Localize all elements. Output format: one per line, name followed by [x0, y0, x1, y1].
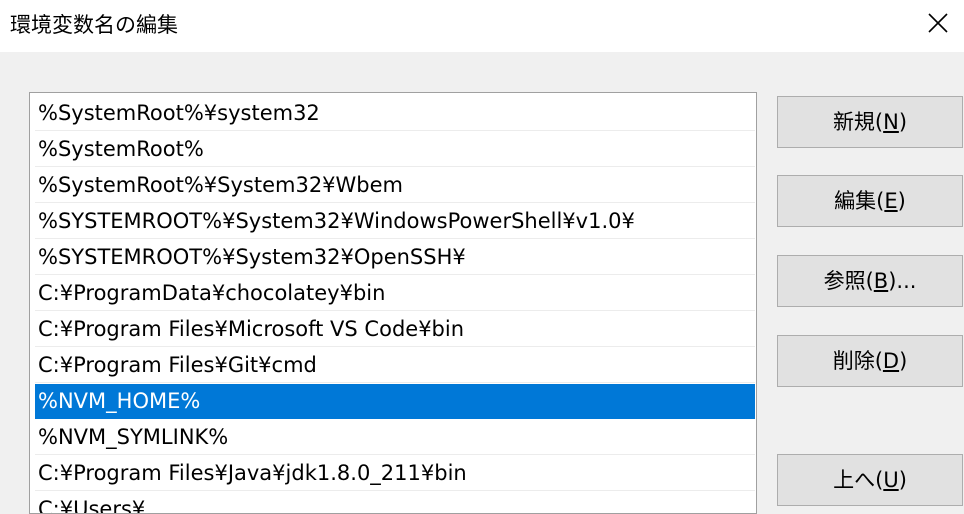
list-item[interactable]: %SystemRoot%: [35, 132, 755, 167]
list-item[interactable]: %SYSTEMROOT%¥System32¥WindowsPowerShell¥…: [35, 204, 755, 239]
browse-button[interactable]: 参照(B)...: [777, 255, 963, 307]
list-item[interactable]: C:¥Program Files¥Java¥jdk1.8.0_211¥bin: [35, 456, 755, 491]
edit-button[interactable]: 編集(E): [777, 175, 963, 227]
list-item-selected[interactable]: %NVM_HOME%: [35, 384, 755, 419]
list-item[interactable]: C:¥ProgramData¥chocolatey¥bin: [35, 276, 755, 311]
list-item[interactable]: %NVM_SYMLINK%: [35, 420, 755, 455]
list-item[interactable]: %SystemRoot%¥System32¥Wbem: [35, 168, 755, 203]
list-item[interactable]: C:¥Program Files¥Microsoft VS Code¥bin: [35, 312, 755, 347]
path-list[interactable]: %SystemRoot%¥system32 %SystemRoot% %Syst…: [29, 92, 757, 514]
window-title: 環境変数名の編集: [10, 13, 178, 37]
delete-button[interactable]: 削除(D): [777, 335, 963, 387]
close-icon: [928, 13, 948, 33]
title-bar: 環境変数名の編集: [0, 0, 964, 52]
list-item[interactable]: C:¥Program Files¥Git¥cmd: [35, 348, 755, 383]
new-button[interactable]: 新規(N): [777, 96, 963, 148]
list-item[interactable]: %SystemRoot%¥system32: [35, 96, 755, 131]
move-up-button[interactable]: 上へ(U): [777, 454, 963, 506]
close-button[interactable]: [912, 0, 964, 46]
list-item[interactable]: %SYSTEMROOT%¥System32¥OpenSSH¥: [35, 240, 755, 275]
list-item[interactable]: C:¥Users¥...: [35, 492, 755, 513]
